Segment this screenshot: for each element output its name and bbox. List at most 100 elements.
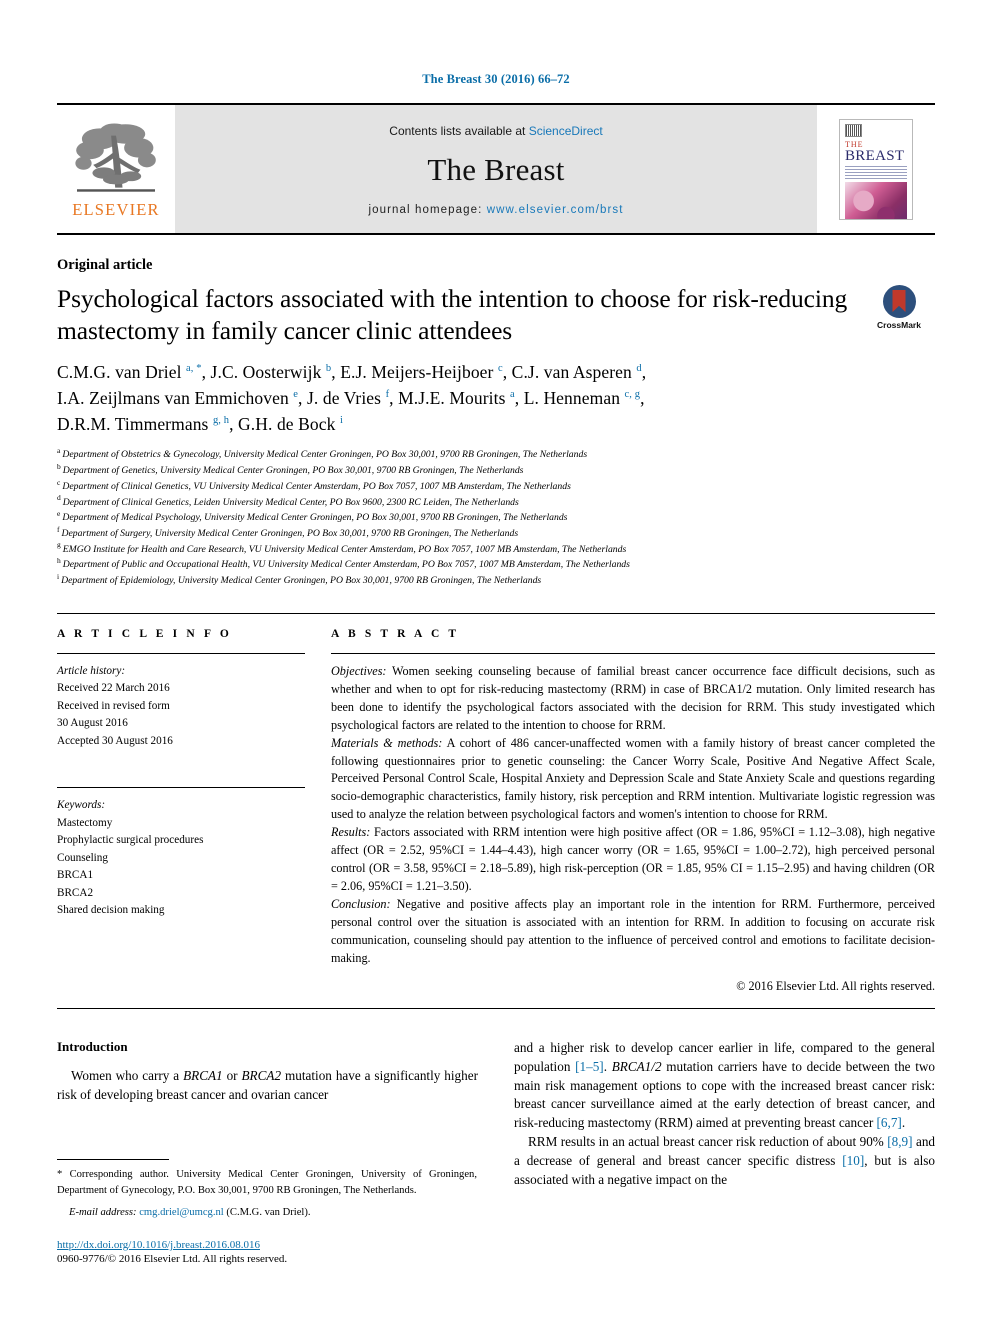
section-heading-introduction: Introduction (57, 1038, 128, 1054)
divider (57, 787, 305, 789)
affiliation-mark: e (57, 509, 61, 519)
affiliation-text: EMGO Institute for Health and Care Resea… (62, 543, 627, 555)
crossmark-label: CrossMark (877, 320, 921, 330)
intro-paragraph-left: Women who carry a BRCA1 or BRCA2 mutatio… (57, 1067, 478, 1105)
citation-ref[interactable]: [1–5] (575, 1059, 604, 1074)
keyword-item: Counseling (57, 851, 108, 864)
affiliation-list: a Department of Obstetrics & Gynecology, … (57, 447, 935, 588)
doi-block: http://dx.doi.org/10.1016/j.breast.2016.… (57, 1239, 477, 1265)
affiliation-item: a Department of Obstetrics & Gynecology, … (57, 447, 935, 463)
contents-prefix: Contents lists available at (389, 124, 529, 138)
text-fragment: . (603, 1058, 612, 1074)
contents-available-line: Contents lists available at ScienceDirec… (389, 124, 602, 138)
abstract-paragraph-materials: Materials & methods: A cohort of 486 can… (331, 735, 935, 825)
info-abstract-section: A R T I C L E I N F O Article history: R… (57, 612, 935, 994)
text-fragment: . (901, 1115, 906, 1131)
citation-ref[interactable]: [10] (842, 1153, 864, 1168)
footnote-area: * Corresponding author. University Medic… (57, 1158, 477, 1265)
keyword-item: Prophylactic surgical procedures (57, 834, 204, 847)
affiliation-mark: c (57, 477, 61, 487)
keywords-label: Keywords: (57, 799, 106, 812)
page-title: Psychological factors associated with th… (57, 284, 848, 345)
abstract-copyright: © 2016 Elsevier Ltd. All rights reserved… (736, 978, 935, 993)
author-name: , L. Henneman (514, 387, 625, 408)
email-label: E-mail address: (69, 1207, 137, 1219)
masthead-right: THE BREAST (817, 105, 935, 233)
author-list: C.M.G. van Driel a, *, J.C. Oosterwijk b… (57, 360, 935, 437)
cover-artwork (845, 181, 907, 219)
homepage-url-link[interactable]: www.elsevier.com/brst (487, 204, 624, 216)
article-type-label: Original article (57, 257, 153, 273)
cover-breast-text: BREAST (845, 147, 905, 164)
abstract-paragraph-conclusion: Conclusion: Negative and positive affect… (331, 896, 935, 968)
author-name: I.A. Zeijlmans van Emmichoven (57, 387, 294, 408)
affiliation-text: Department of Medical Psychology, Univer… (62, 512, 568, 524)
citation-ref[interactable]: [6,7] (877, 1115, 902, 1130)
divider (331, 652, 935, 654)
abstract-column: A B S T R A C T Objectives: Women seekin… (331, 628, 935, 994)
affiliation-item: d Department of Clinical Genetics, Leiden… (57, 493, 935, 511)
keyword-item: Shared decision making (57, 904, 165, 916)
sciencedirect-link[interactable]: ScienceDirect (529, 124, 603, 138)
author-name: , J. de Vries (298, 387, 386, 408)
divider (57, 1007, 935, 1009)
keyword-item: BRCA2 (57, 886, 94, 899)
abstract-heading: A B S T R A C T (331, 627, 460, 640)
affiliation-mark: d (57, 493, 61, 503)
affiliation-text: Department of Clinical Genetics, VU Univ… (62, 480, 571, 492)
text-fragment: Women who carry a (71, 1067, 184, 1083)
author-affil-mark: a, * (186, 363, 202, 375)
affiliation-mark: a (57, 446, 61, 456)
abstract-text-objectives: Women seeking counseling because of fami… (331, 663, 935, 732)
affiliation-text: Department of Obstetrics & Gynecology, U… (62, 449, 588, 461)
crossmark-badge[interactable]: CrossMark (863, 283, 935, 330)
author-name: , J.C. Oosterwijk (201, 362, 326, 383)
abstract-label-conclusion: Conclusion: (331, 897, 391, 912)
footnote-divider (57, 1158, 169, 1160)
affiliation-mark: f (57, 524, 60, 534)
author-name: , E.J. Meijers-Heijboer (331, 362, 498, 383)
author-separator: , (641, 362, 647, 383)
intro-paragraph-right-2: RRM results in an actual breast cancer r… (514, 1133, 935, 1190)
history-item: 30 August 2016 (57, 717, 128, 730)
abstract-paragraph-objectives: Objectives: Women seeking counseling bec… (331, 663, 935, 735)
abstract-body: Objectives: Women seeking counseling bec… (331, 663, 935, 968)
affiliation-item: b Department of Genetics, University Medi… (57, 463, 935, 479)
doi-link[interactable]: http://dx.doi.org/10.1016/j.breast.2016.… (57, 1239, 477, 1251)
gene-name: BRCA1/2 (611, 1058, 662, 1074)
homepage-prefix: journal homepage: (368, 204, 487, 216)
abstract-paragraph-results: Results: Factors associated with RRM int… (331, 824, 935, 896)
author-affil-mark: c, g (624, 389, 641, 401)
article-info-heading: A R T I C L E I N F O (57, 627, 232, 640)
text-fragment: RRM results in an actual breast cancer r… (528, 1134, 888, 1150)
journal-title: The Breast (427, 152, 565, 187)
body-column-right: and a higher risk to develop cancer earl… (514, 1039, 935, 1190)
publisher-logo: ELSEVIER (57, 105, 175, 233)
divider (57, 652, 305, 654)
affiliation-item: e Department of Medical Psychology, Unive… (57, 510, 935, 526)
citation-ref[interactable]: [8,9] (887, 1134, 912, 1149)
affiliation-text: Department of Public and Occupational He… (62, 559, 630, 571)
affiliation-text: Department of Epidemiology, University M… (61, 575, 542, 587)
cover-barcode-icon (845, 123, 862, 137)
keyword-item: BRCA1 (57, 869, 94, 882)
affiliation-item: h Department of Public and Occupational H… (57, 557, 935, 573)
gene-name: BRCA1 (183, 1067, 223, 1083)
affiliation-mark: h (57, 556, 61, 566)
author-line-2: I.A. Zeijlmans van Emmichoven e, J. de V… (57, 386, 935, 412)
abstract-label-materials: Materials & methods: (331, 735, 443, 750)
corresponding-author-note: * Corresponding author. University Medic… (57, 1168, 477, 1196)
affiliation-text: Department of Surgery, University Medica… (61, 527, 519, 539)
email-link[interactable]: cmg.driel@umcg.nl (139, 1207, 223, 1218)
keyword-item: Mastectomy (57, 816, 113, 829)
article-history-label: Article history: (57, 664, 126, 677)
affiliation-mark: b (57, 461, 61, 471)
author-name: D.R.M. Timmermans (57, 413, 213, 434)
abstract-label-results: Results: (331, 825, 371, 840)
abstract-label-objectives: Objectives: (331, 663, 387, 678)
email-attribution: (C.M.G. van Driel). (223, 1207, 311, 1219)
affiliation-mark: g (57, 540, 61, 550)
journal-masthead: ELSEVIER Contents lists available at Sci… (57, 103, 935, 235)
article-info-column: A R T I C L E I N F O Article history: R… (57, 628, 331, 994)
